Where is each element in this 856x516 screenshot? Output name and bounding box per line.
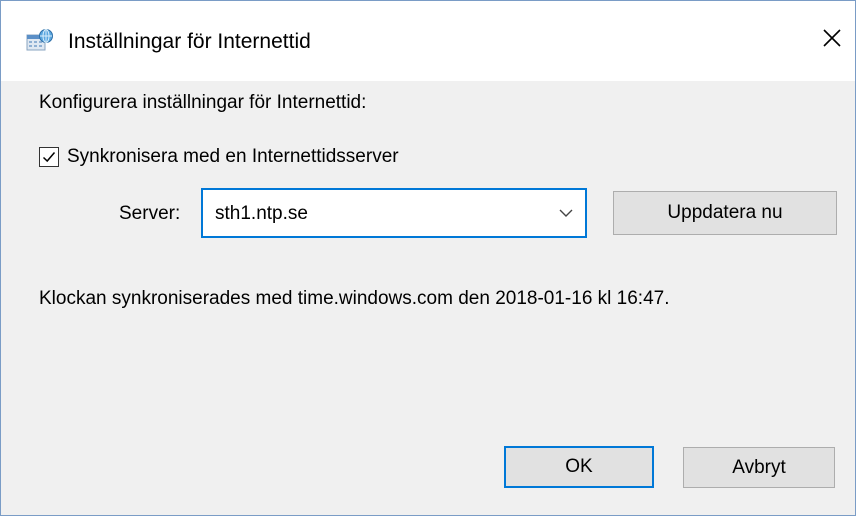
sync-checkbox-label: Synkronisera med en Internettidsserver (67, 146, 399, 167)
close-icon (822, 28, 842, 53)
title-bar: Inställningar för Internettid (1, 1, 855, 81)
sync-checkbox[interactable] (39, 147, 59, 167)
sync-checkbox-row[interactable]: Synkronisera med en Internettidsserver (39, 145, 399, 169)
internet-time-icon (25, 28, 55, 54)
server-combobox[interactable] (201, 188, 587, 238)
internet-time-settings-dialog: Inställningar för Internettid Konfigurer… (0, 0, 856, 516)
close-button[interactable] (809, 17, 855, 63)
chevron-down-icon[interactable] (557, 204, 575, 222)
server-label: Server: (119, 203, 181, 224)
instruction-text: Konfigurera inställningar för Internetti… (39, 92, 367, 113)
cancel-button[interactable]: Avbryt (683, 447, 835, 488)
window-title: Inställningar för Internettid (68, 30, 311, 53)
ok-button[interactable]: OK (504, 446, 654, 488)
sync-status-text: Klockan synkroniserades med time.windows… (39, 288, 670, 309)
dialog-content: Konfigurera inställningar för Internetti… (1, 81, 855, 515)
update-now-button[interactable]: Uppdatera nu (613, 191, 837, 235)
server-input[interactable] (215, 201, 535, 227)
checkmark-icon (42, 152, 56, 163)
